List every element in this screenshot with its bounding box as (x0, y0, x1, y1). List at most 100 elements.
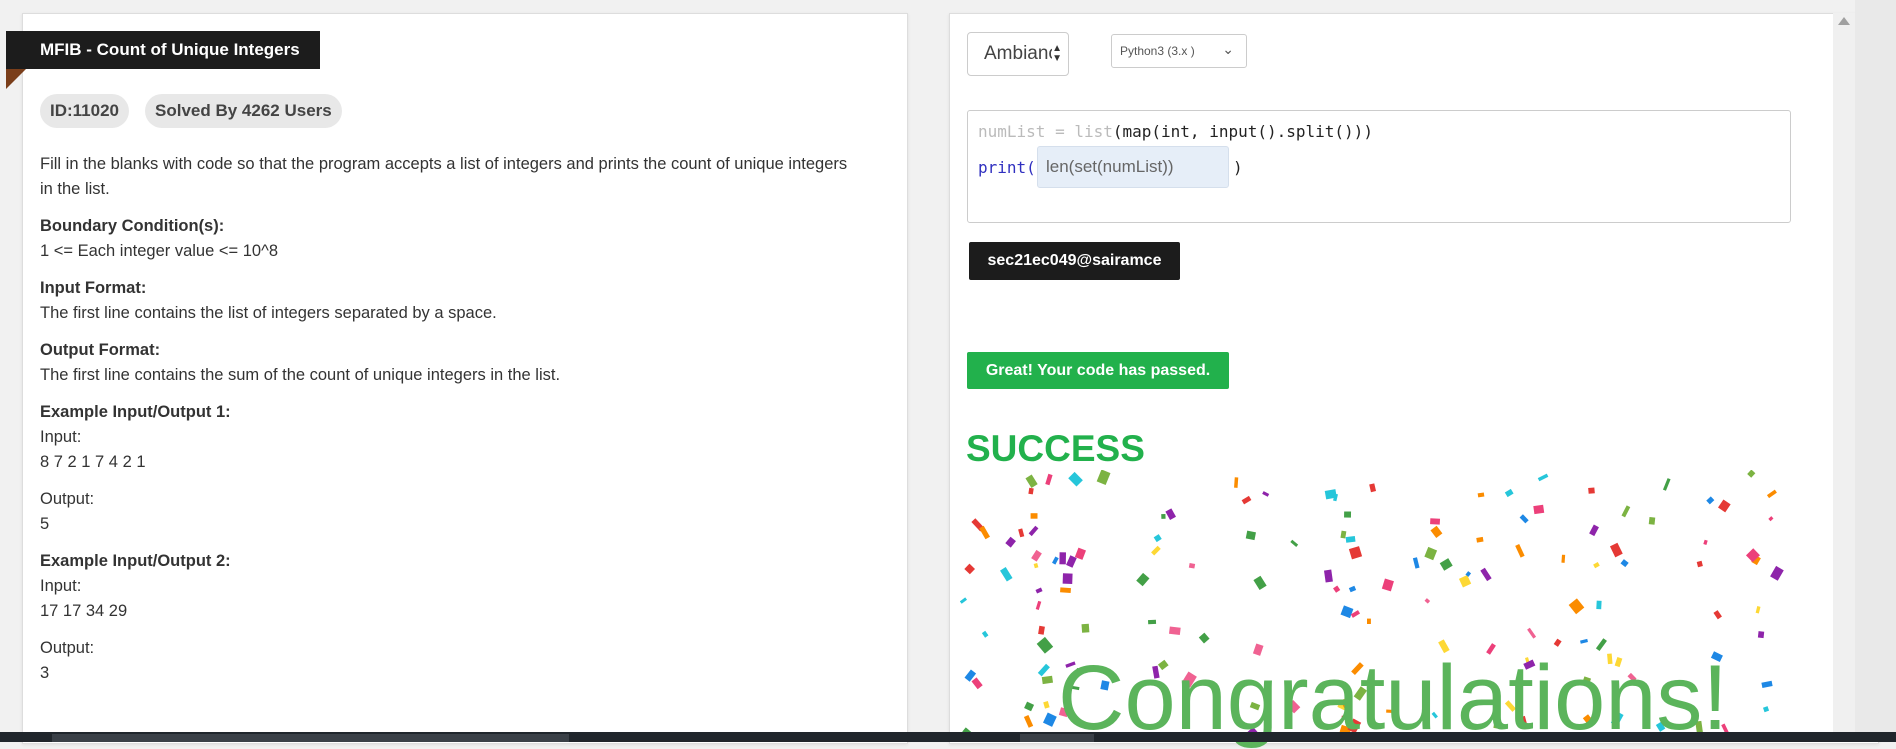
confetti-piece (1043, 712, 1057, 727)
confetti-piece (1533, 504, 1545, 515)
confetti-piece (1081, 623, 1090, 633)
example1-input-label: Input: (40, 428, 82, 446)
confetti-piece (1367, 618, 1371, 624)
confetti-piece (1706, 496, 1715, 505)
confetti-piece (979, 525, 990, 540)
confetti-piece (1766, 489, 1777, 499)
confetti-piece (1561, 554, 1566, 563)
code-line-1: numList = list(map(int, input().split())… (978, 122, 1373, 141)
confetti-piece (1648, 517, 1656, 525)
confetti-piece (1333, 585, 1341, 593)
confetti-piece (1504, 488, 1514, 498)
confetti-piece (1037, 663, 1050, 677)
boundary-heading: Boundary Condition(s): (40, 217, 225, 235)
example2-output-label: Output: (40, 639, 95, 657)
confetti-piece (981, 630, 989, 638)
confetti-piece (1609, 542, 1623, 558)
confetti-piece (1424, 598, 1431, 604)
confetti-piece (1770, 565, 1784, 581)
success-label: SUCCESS (966, 428, 1145, 469)
example2-output: 3 (40, 664, 50, 682)
problem-title: MFIB - Count of Unique Integers (6, 31, 320, 69)
output-format-heading: Output Format: (40, 341, 161, 359)
confetti-piece (1696, 560, 1703, 568)
confetti-piece (1515, 544, 1525, 558)
confetti-piece (1031, 549, 1042, 562)
theme-select[interactable]: Ambiance ▲▼ (967, 32, 1069, 76)
answer-blank-value: len(set(numList)) (1046, 157, 1174, 176)
confetti-piece (1168, 626, 1181, 636)
confetti-piece (1198, 632, 1210, 644)
confetti-piece (1147, 619, 1157, 625)
confetti-piece (1253, 575, 1267, 591)
language-select[interactable]: Python3 (3.x ) ⌄ (1111, 34, 1247, 68)
example1-output: 5 (40, 515, 50, 533)
chevron-down-icon: ⌄ (1222, 41, 1234, 57)
confetti-piece (1030, 513, 1038, 519)
confetti-piece (1340, 605, 1354, 619)
language-select-value: Python3 (3.x ) (1120, 44, 1195, 58)
confetti-piece (1068, 471, 1083, 487)
confetti-piece (1348, 585, 1357, 593)
user-tag: sec21ec049@sairamce (969, 242, 1180, 280)
confetti-piece (1028, 525, 1039, 537)
example1-heading: Example Input/Output 1: (40, 403, 231, 421)
confetti-piece (1096, 470, 1111, 486)
example2-heading: Example Input/Output 2: (40, 552, 231, 570)
confetti-piece (1588, 487, 1595, 494)
output-format-text: The first line contains the sum of the c… (40, 366, 561, 384)
code-editor[interactable]: numList = list(map(int, input().split())… (967, 110, 1791, 223)
example2-input-label: Input: (40, 577, 82, 595)
confetti-piece (1136, 572, 1150, 587)
confetti-piece (1757, 631, 1765, 639)
confetti-piece (1519, 514, 1529, 524)
confetti-piece (1369, 483, 1377, 493)
confetti-piece (1043, 701, 1050, 709)
confetti-piece (1621, 505, 1631, 518)
confetti-piece (1045, 473, 1053, 486)
code-line-1-prefix: numList = list (978, 122, 1113, 141)
code-line-1-rest: (map(int, input().split())) (1112, 122, 1373, 141)
example2-input: 17 17 34 29 (40, 602, 128, 620)
confetti-piece (1324, 569, 1333, 583)
confetti-piece (1713, 610, 1722, 620)
confetti-piece (1580, 638, 1588, 644)
confetti-piece (1245, 530, 1256, 541)
confetti-piece (960, 597, 968, 604)
input-format-heading: Input Format: (40, 279, 147, 297)
confetti-piece (964, 563, 976, 575)
confetti-piece (1024, 701, 1035, 712)
answer-blank-input[interactable]: len(set(numList)) (1037, 146, 1229, 188)
scrollbar[interactable] (1833, 13, 1855, 742)
confetti-piece (1755, 606, 1761, 614)
scroll-thumb[interactable] (52, 734, 569, 742)
confetti-piece (1165, 508, 1177, 521)
confetti-piece (1477, 492, 1485, 498)
confetti-piece (1480, 567, 1492, 582)
confetti-piece (1662, 478, 1671, 491)
confetti-piece (1241, 495, 1252, 505)
confetti-piece (1476, 536, 1484, 543)
confetti-piece (1589, 524, 1599, 537)
confetti-piece (1718, 499, 1731, 513)
confetti-piece (1036, 636, 1054, 654)
code-line-2-suffix: ) (1233, 158, 1243, 177)
confetti-piece (1568, 598, 1585, 615)
confetti-piece (1062, 573, 1073, 584)
scroll-thumb-secondary[interactable] (1020, 734, 1094, 742)
confetti-piece (1412, 557, 1420, 569)
confetti-piece (1018, 528, 1025, 538)
confetti-piece (1430, 525, 1443, 539)
pass-banner: Great! Your code has passed. (967, 352, 1229, 389)
confetti-piece (1060, 587, 1071, 593)
confetti-piece (1439, 558, 1453, 571)
congratulations-text: Congratulations! (1058, 647, 1728, 749)
horizontal-scrollbar[interactable] (0, 732, 1896, 742)
boundary-text: 1 <= Each integer value <= 10^8 (40, 242, 279, 260)
solved-count-chip: Solved By 4262 Users (145, 94, 342, 128)
confetti-piece (971, 677, 983, 690)
scroll-up-arrow-icon[interactable] (1838, 17, 1850, 25)
confetti-piece (1059, 552, 1067, 565)
confetti-piece (1038, 625, 1045, 635)
confetti-piece (1703, 539, 1708, 545)
